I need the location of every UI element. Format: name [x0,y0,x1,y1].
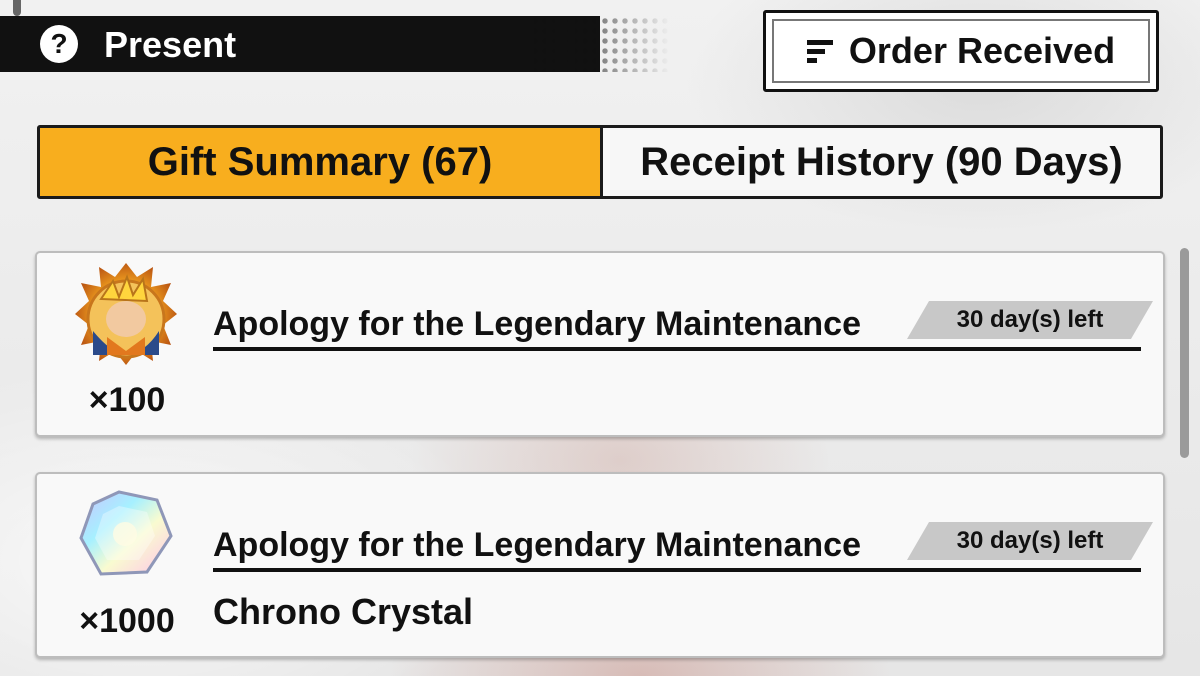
gift-card[interactable]: ×100 Apology for the Legendary Maintenan… [35,251,1165,437]
page-header: ? Present [0,16,600,72]
order-button-frame: Order Received [772,19,1150,83]
gift-quantity: ×100 [88,381,166,419]
top-scroll-indicator [13,0,21,16]
title-underline [213,568,1141,572]
gift-item-name: Chrono Crystal [213,591,474,632]
gift-title: Apology for the Legendary Maintenance [213,305,861,343]
order-received-button[interactable]: Order Received [763,10,1159,92]
tab-bar: Gift Summary (67) Receipt History (90 Da… [37,125,1163,199]
gift-quantity: ×1000 [79,602,175,640]
tab-receipt-history[interactable]: Receipt History (90 Days) [603,128,1160,196]
help-icon[interactable]: ? [40,25,78,63]
character-medal-icon [75,263,177,365]
title-underline [213,347,1141,351]
days-left-badge: 30 day(s) left [907,301,1153,339]
days-left-badge: 30 day(s) left [907,522,1153,560]
gift-title: Apology for the Legendary Maintenance [213,526,861,564]
page-title: Present [104,24,237,65]
list-scrollbar[interactable] [1180,248,1189,458]
sort-icon [806,39,833,63]
tab-gift-summary[interactable]: Gift Summary (67) [40,128,600,196]
gift-card[interactable]: ×1000 Apology for the Legendary Maintena… [35,472,1165,658]
chrono-crystal-icon [79,490,173,576]
order-button-label: Order Received [848,30,1116,71]
